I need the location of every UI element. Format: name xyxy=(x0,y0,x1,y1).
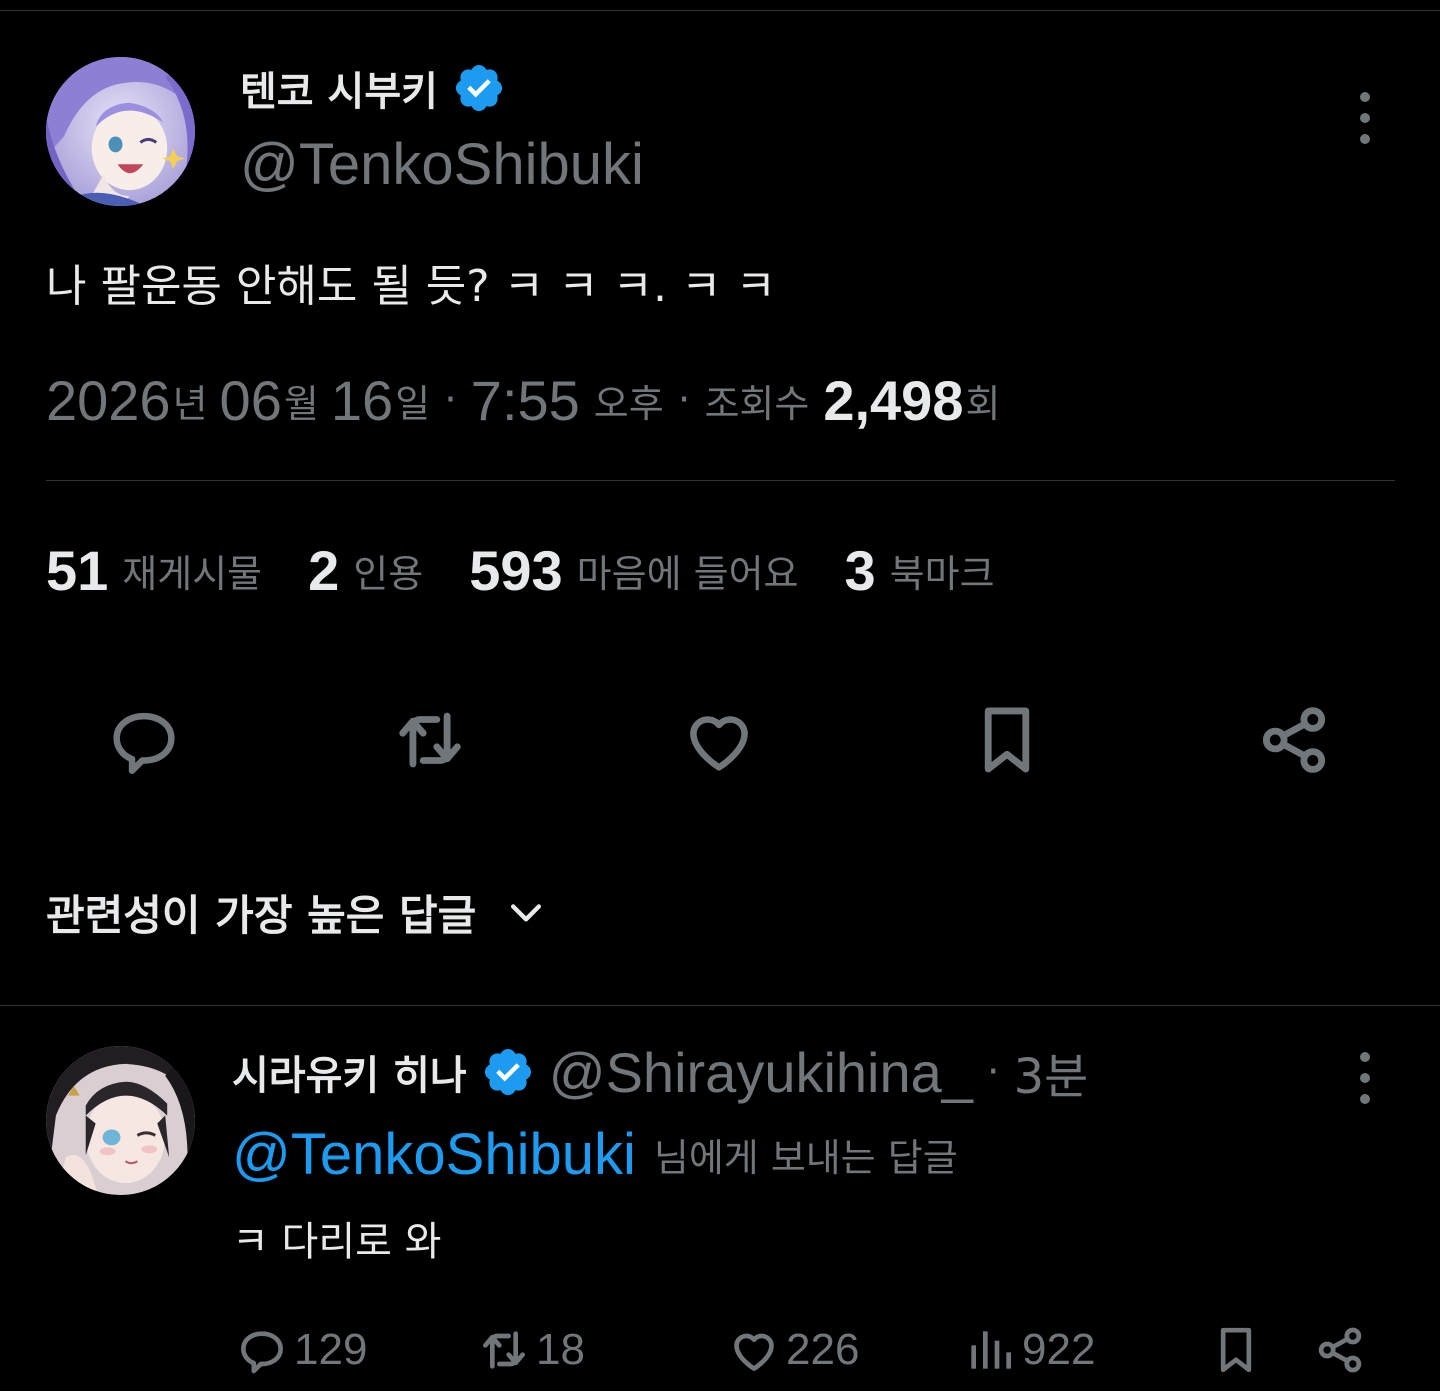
bookmark-button[interactable] xyxy=(957,690,1057,790)
repost-button[interactable] xyxy=(380,690,480,790)
reply-author-avatar[interactable] xyxy=(46,1046,195,1195)
meta-separator: · xyxy=(677,377,691,423)
share-button[interactable] xyxy=(1244,690,1344,790)
views-count: 922 xyxy=(1022,1325,1096,1374)
tweet-date[interactable]: 2026 년 06 월 16 일 xyxy=(46,368,430,433)
top-divider xyxy=(0,10,1440,11)
stat-bookmarks[interactable]: 3 북마크 xyxy=(845,538,995,603)
reply-bookmark-button[interactable] xyxy=(1208,1318,1264,1382)
verified-badge-icon xyxy=(455,64,502,112)
date-year: 2026 xyxy=(46,368,171,432)
reply-reply-button[interactable]: 129 xyxy=(234,1318,367,1382)
repost-count: 18 xyxy=(536,1325,585,1374)
tweet-time[interactable]: 7:55 xyxy=(471,368,580,433)
reply-sort-dropdown[interactable]: 관련성이 가장 높은 답글 xyxy=(46,880,548,944)
stat-label: 북마크 xyxy=(889,551,995,596)
divider xyxy=(46,480,1395,481)
replying-to: @TenkoShibuki 님에게 보내는 답글 xyxy=(232,1121,958,1188)
more-dot-icon xyxy=(1360,92,1370,102)
views-number: 2,498 xyxy=(823,368,964,432)
reply-count: 129 xyxy=(294,1325,368,1374)
more-dot-icon xyxy=(1360,1073,1370,1083)
reply-author-name[interactable]: 시라유키 히나 xyxy=(232,1043,467,1101)
more-dot-icon xyxy=(1360,1094,1370,1104)
reply-share-button[interactable] xyxy=(1312,1318,1368,1382)
reply-views-button[interactable]: 922 xyxy=(962,1318,1095,1382)
author-avatar[interactable] xyxy=(46,57,195,206)
bookmark-icon xyxy=(984,707,1030,773)
reply-action-bar: 129 18 226 922 xyxy=(0,1318,1440,1382)
date-month: 06 xyxy=(219,368,282,432)
date-day: 16 xyxy=(330,368,394,432)
stat-likes[interactable]: 593 마음에 들어요 xyxy=(469,538,798,603)
stat-count: 51 xyxy=(46,538,109,602)
share-icon xyxy=(1262,707,1326,773)
like-count: 226 xyxy=(786,1325,860,1374)
tweet-ampm: 오후 xyxy=(593,381,664,426)
author-handle[interactable]: @TenkoShibuki xyxy=(240,130,644,200)
reply-icon xyxy=(241,1331,283,1374)
tweet-meta: 2026 년 06 월 16 일 · 7:55 오후 · 조회수 2,498 회 xyxy=(46,365,1000,435)
reply-to-mention[interactable]: @TenkoShibuki xyxy=(232,1121,636,1188)
reply-more-options-button[interactable] xyxy=(1345,1052,1385,1104)
reply-author-handle[interactable]: @Shirayukihina_ xyxy=(549,1040,973,1105)
like-button[interactable] xyxy=(669,690,769,790)
stat-label: 인용 xyxy=(353,551,424,596)
reply-icon xyxy=(113,712,175,774)
stat-count: 2 xyxy=(308,538,340,602)
reply-to-suffix: 님에게 보내는 답글 xyxy=(653,1135,958,1180)
tweet-text: 나 팔운동 안해도 될 듯? ㅋ ㅋ ㅋ. ㅋ ㅋ xyxy=(46,261,776,312)
more-dot-icon xyxy=(1360,134,1370,144)
heart-icon xyxy=(734,1333,774,1371)
sort-label: 관련성이 가장 높은 답글 xyxy=(46,890,477,940)
more-options-button[interactable] xyxy=(1345,92,1385,144)
share-icon xyxy=(1318,1327,1362,1373)
stat-reposts[interactable]: 51 재게시물 xyxy=(46,538,262,603)
divider xyxy=(0,1005,1440,1006)
date-month-unit: 월 xyxy=(283,381,319,426)
bookmark-icon xyxy=(1220,1327,1252,1373)
tweet-action-bar xyxy=(0,690,1440,790)
stat-quotes[interactable]: 2 인용 xyxy=(308,538,423,603)
heart-icon xyxy=(690,716,748,771)
author-name-row[interactable]: 텐코 시부키 xyxy=(240,60,506,116)
stat-count: 3 xyxy=(844,538,876,602)
reply-text: ㅋ 다리로 와 xyxy=(232,1219,442,1265)
views-unit: 회 xyxy=(965,381,1001,426)
views-label: 조회수 xyxy=(704,381,810,426)
stat-label: 마음에 들어요 xyxy=(576,551,799,596)
stat-label: 재게시물 xyxy=(122,551,263,596)
reply-button[interactable] xyxy=(94,690,194,790)
chevron-down-icon xyxy=(511,904,542,922)
analytics-icon xyxy=(971,1331,1011,1369)
meta-separator: · xyxy=(986,1049,1000,1095)
views-count: 2,498 회 xyxy=(823,368,1000,433)
date-day-unit: 일 xyxy=(395,381,431,426)
repost-icon xyxy=(483,1331,525,1369)
reply-repost-button[interactable]: 18 xyxy=(476,1318,585,1382)
reply-like-button[interactable]: 226 xyxy=(726,1318,859,1382)
verified-badge-icon xyxy=(484,1048,531,1096)
author-name[interactable]: 텐코 시부키 xyxy=(240,59,438,117)
repost-icon xyxy=(399,712,461,768)
meta-separator: · xyxy=(444,377,457,423)
more-dot-icon xyxy=(1360,113,1370,123)
stat-count: 593 xyxy=(469,538,563,602)
reply-header: 시라유키 히나 @Shirayukihina_ · 3분 xyxy=(232,1037,1089,1107)
date-year-unit: 년 xyxy=(172,381,208,426)
reply-time[interactable]: 3분 xyxy=(1014,1037,1089,1107)
engagement-stats: 51 재게시물 2 인용 593 마음에 들어요 3 북마크 xyxy=(46,535,1041,605)
tweet-detail-page: 텐코 시부키 @TenkoShibuki 나 팔운동 안해도 될 듯? ㅋ ㅋ … xyxy=(0,0,1440,1391)
more-dot-icon xyxy=(1360,1052,1370,1062)
